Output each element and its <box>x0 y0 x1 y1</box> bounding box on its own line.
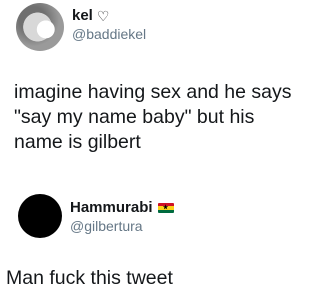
tweet1-text: imagine having sex and he says "say my n… <box>14 80 292 155</box>
tweet2-text-line: Man fuck this tweet <box>6 267 173 289</box>
tweet1-names: kel ♡ @baddiekel <box>72 3 146 43</box>
screenshot: kel ♡ @baddiekel imagine having sex and … <box>0 0 300 300</box>
tweet1-display-name: kel <box>72 7 93 24</box>
tweet2-header: Hammurabi ★ @gilbertura <box>18 194 174 238</box>
ghana-flag-icon: ★ <box>157 203 174 213</box>
tweet1-display-name-row[interactable]: kel ♡ <box>72 7 146 25</box>
heart-icon: ♡ <box>96 8 110 24</box>
tweet2-display-name-row[interactable]: Hammurabi ★ <box>70 199 174 217</box>
tweet1-handle[interactable]: @baddiekel <box>72 25 146 43</box>
tweet2-names: Hammurabi ★ @gilbertura <box>70 194 174 235</box>
tweet1-text-line: name is gilbert <box>14 131 141 153</box>
flag-star-icon: ★ <box>162 204 169 211</box>
avatar[interactable] <box>18 194 62 238</box>
avatar[interactable] <box>16 3 64 51</box>
tweet1-text-line: "say my name baby" but his <box>14 106 255 128</box>
tweet1-header: kel ♡ @baddiekel <box>16 3 146 51</box>
tweet2-handle[interactable]: @gilbertura <box>70 217 174 235</box>
tweet2-text: Man fuck this tweet <box>6 266 173 291</box>
tweet1-text-line: imagine having sex and he says <box>14 81 292 103</box>
tweet2-display-name: Hammurabi <box>70 199 153 216</box>
